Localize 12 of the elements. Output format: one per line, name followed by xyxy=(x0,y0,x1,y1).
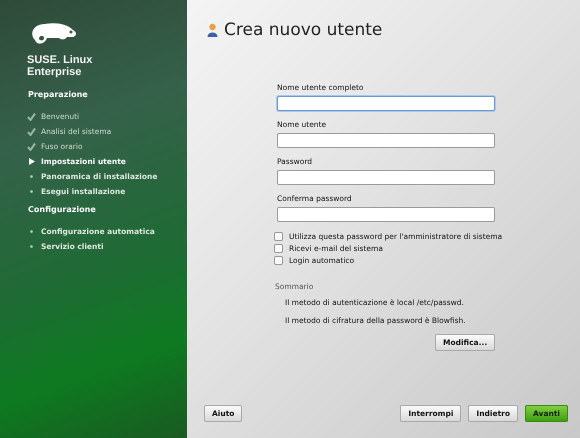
page-title: Crea nuovo utente xyxy=(224,20,382,40)
user-icon xyxy=(207,23,218,37)
checkbox[interactable] xyxy=(274,244,283,252)
text-field[interactable] xyxy=(277,96,495,111)
checkbox[interactable] xyxy=(274,232,283,240)
text-field[interactable] xyxy=(277,207,495,222)
checkbox[interactable] xyxy=(274,256,283,264)
section-heading: Preparazione xyxy=(28,90,89,99)
brand-name: SUSE. Linux Enterprise xyxy=(27,54,94,78)
text-field[interactable] xyxy=(277,133,495,148)
text-field[interactable] xyxy=(277,170,495,185)
section-heading: Configurazione xyxy=(28,205,97,214)
